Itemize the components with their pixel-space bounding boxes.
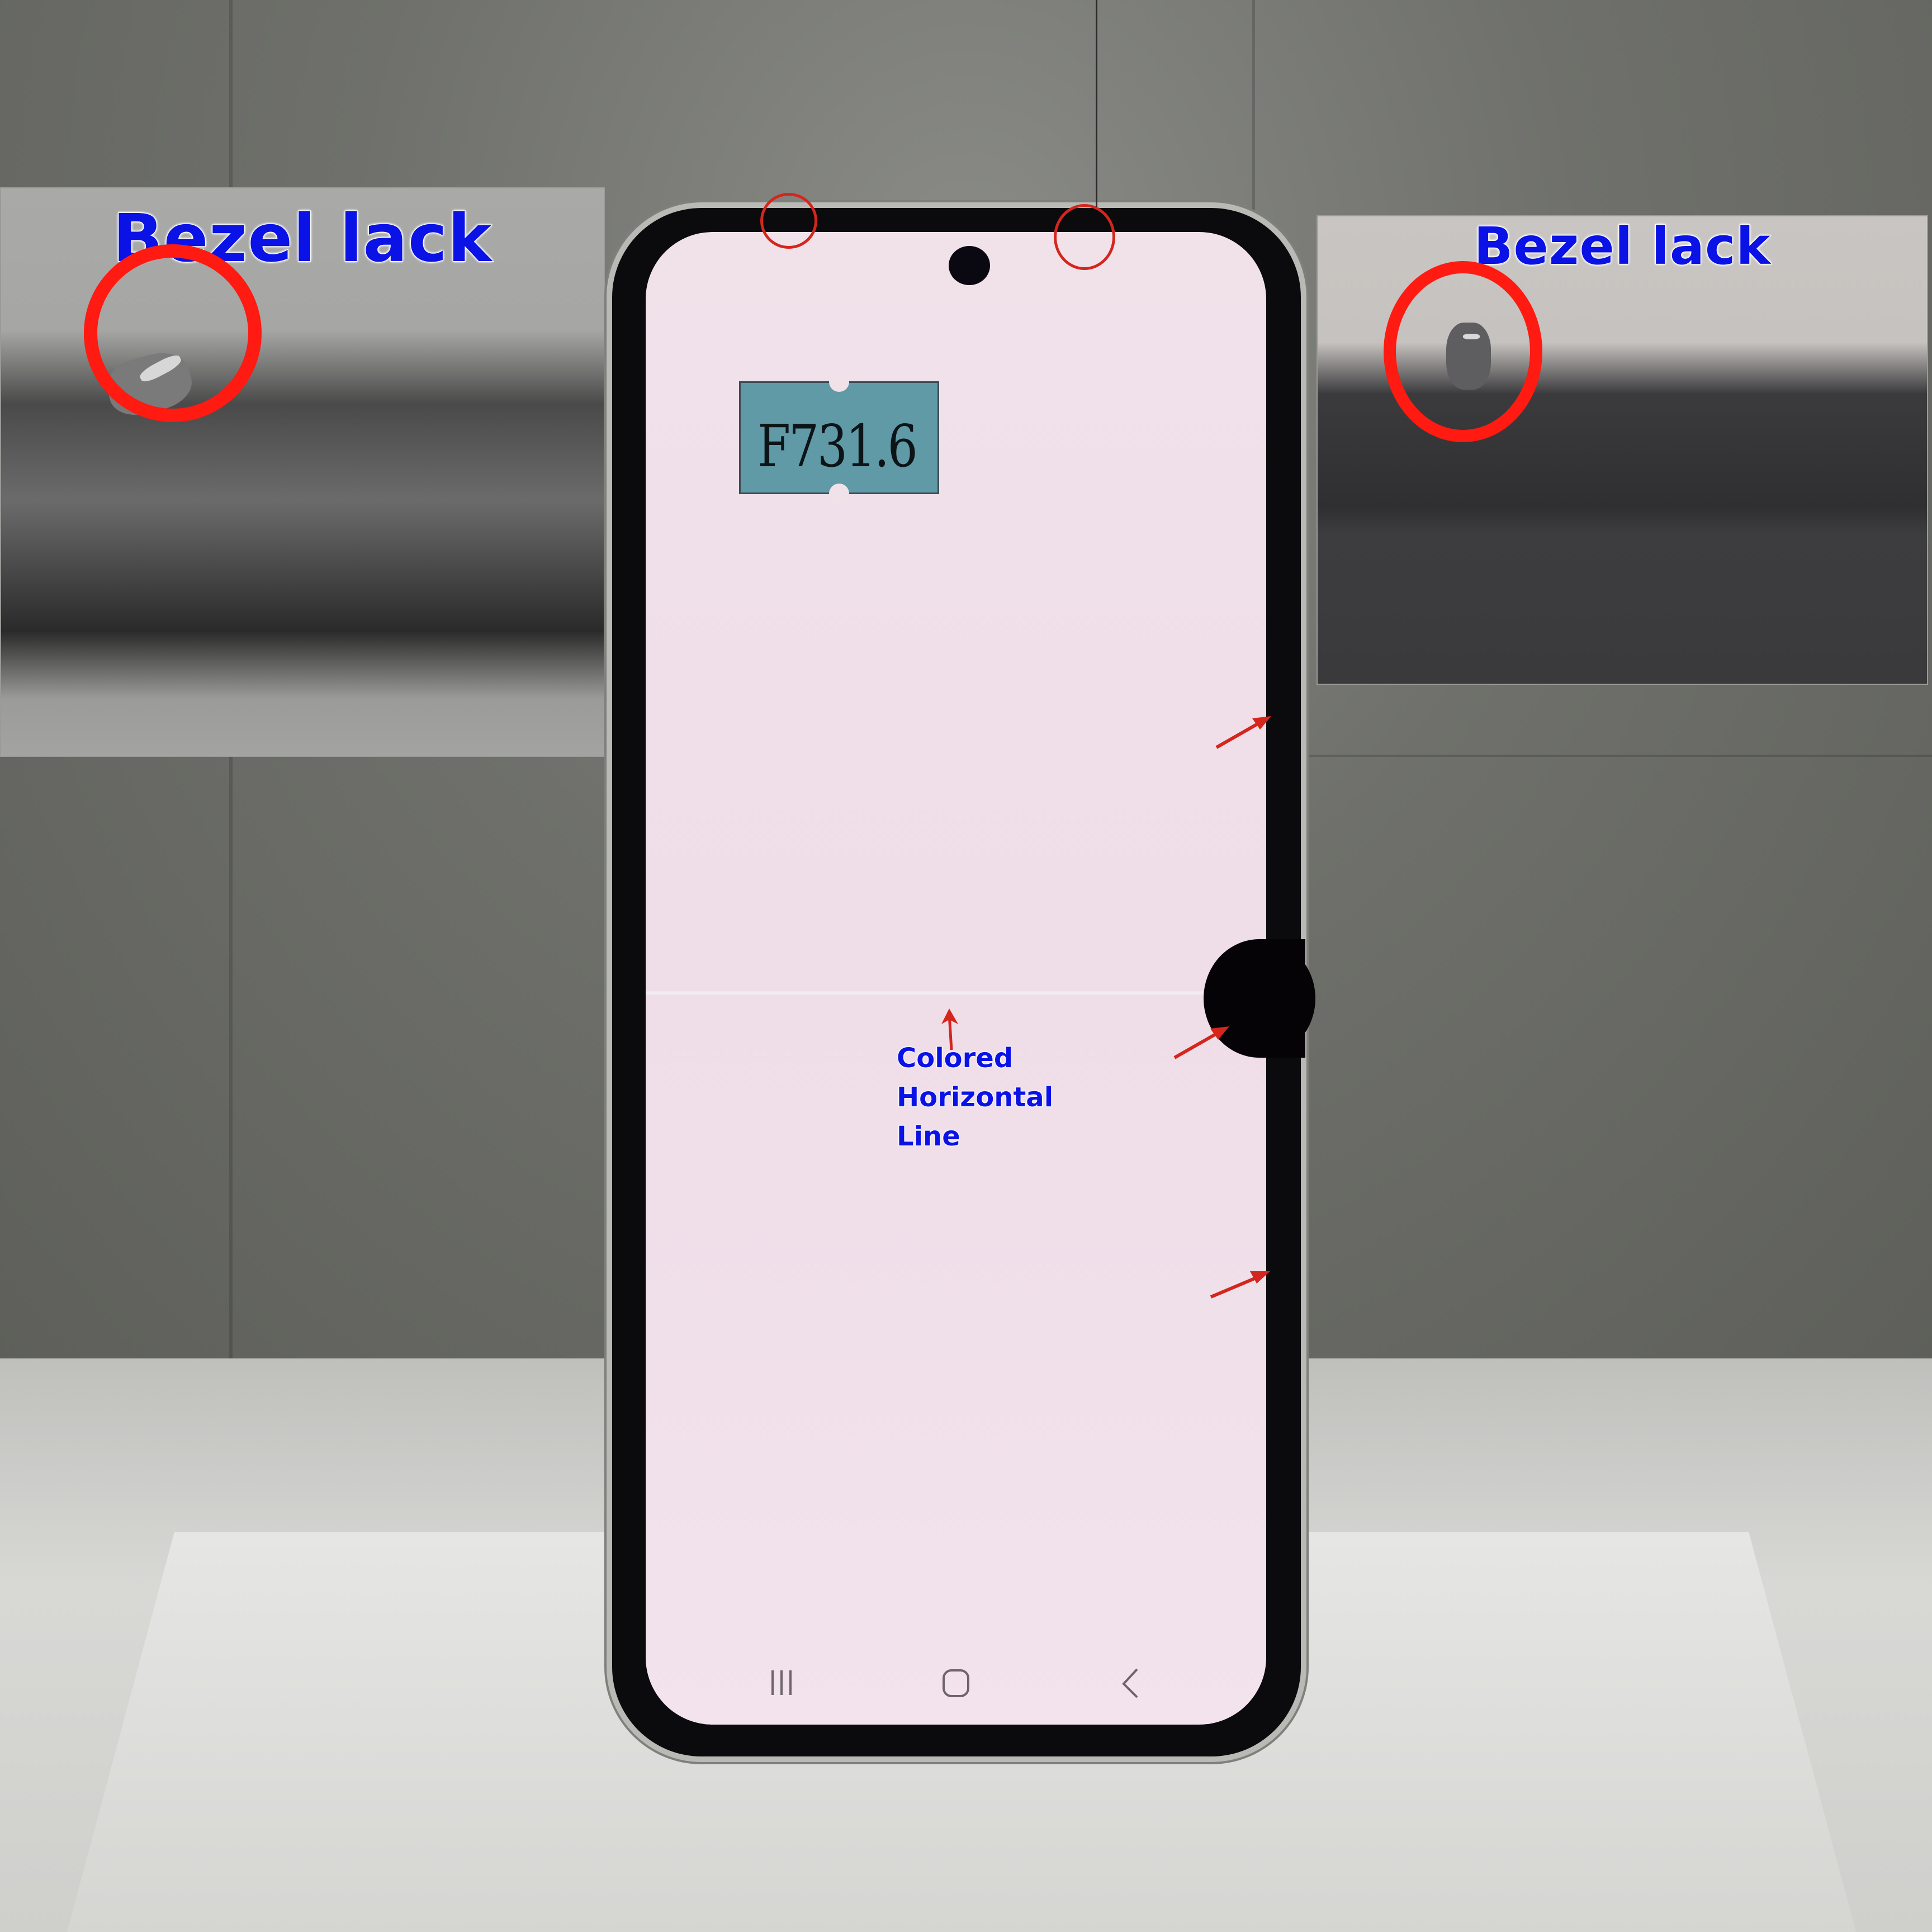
inset-title: Bezel lack — [112, 199, 493, 277]
label-notch — [829, 484, 849, 504]
inset-title: Bezel lack — [1473, 216, 1771, 277]
navigation-bar — [671, 1638, 1263, 1722]
defect-marker-circle — [1054, 204, 1115, 270]
highlight-circle — [84, 244, 262, 422]
home-icon[interactable] — [934, 1660, 978, 1705]
arrow-icon — [1173, 1026, 1229, 1059]
model-label-text: F731.6 — [757, 412, 918, 480]
colored-horizontal-line — [646, 991, 1266, 995]
defect-marker-circle — [760, 193, 817, 249]
label-notch — [829, 372, 849, 392]
annotation-label: Colored Horizontal Line — [896, 1039, 1054, 1156]
annotation-line: Colored — [896, 1042, 1014, 1074]
highlight-circle — [1384, 261, 1542, 442]
annotation-line: Line — [896, 1120, 960, 1153]
hinge-notch — [1261, 939, 1305, 1058]
recent-apps-icon[interactable] — [759, 1660, 804, 1705]
zoom-inset-right: Bezel lack — [1317, 215, 1928, 685]
back-icon[interactable] — [1107, 1660, 1152, 1705]
front-camera-icon — [949, 246, 990, 285]
background-wire — [1096, 0, 1097, 207]
annotation-line: Horizontal — [896, 1081, 1054, 1114]
arrow-icon — [1210, 1271, 1270, 1299]
zoom-inset-left: Bezel lack — [0, 187, 605, 757]
arrow-icon — [1215, 716, 1271, 749]
model-label-sticker: F731.6 — [739, 372, 939, 504]
